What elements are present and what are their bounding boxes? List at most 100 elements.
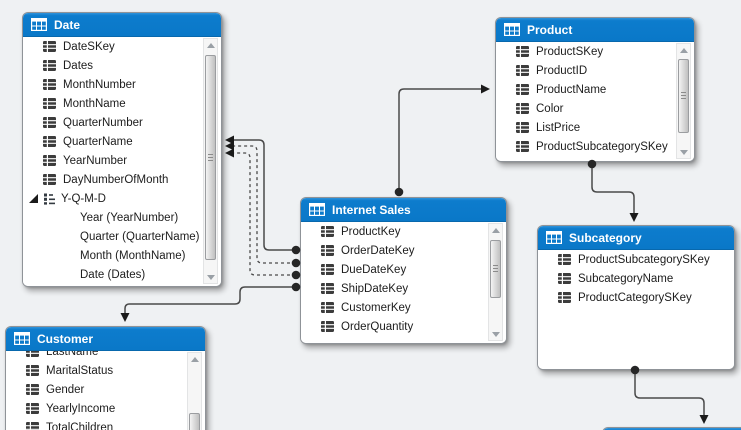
entity-table-date[interactable]: Date DateSKey Dates MonthNumber MonthName Qua… [22,12,222,287]
row-label: ProductSubcategorySKey [578,253,710,266]
column-row[interactable]: ProductID [496,61,694,80]
scroll-up-button[interactable] [677,44,690,56]
row-label: MonthName [63,97,126,110]
column-row[interactable]: ShipDateKey [301,279,506,298]
column-row[interactable]: MonthNumber [23,75,221,94]
relationship-line[interactable] [398,88,481,192]
column-icon [26,422,39,430]
column-row[interactable]: ListPrice [496,118,694,137]
column-icon [516,46,529,57]
relationship-endpoint-dot [291,270,301,280]
column-row[interactable]: DateSKey [23,37,221,56]
expander-expanded-icon[interactable] [29,194,38,203]
table-header[interactable]: Product [496,18,694,42]
column-row[interactable]: OrderQuantity [301,317,506,336]
scroll-up-button[interactable] [188,353,201,365]
row-label: Dates [63,59,94,72]
vertical-scrollbar[interactable] [187,352,202,430]
table-header[interactable]: Internet Sales [301,198,506,222]
column-row[interactable]: CustomerKey [301,298,506,317]
down-arrow-icon [491,331,500,337]
scrollbar-thumb[interactable] [490,240,501,298]
row-label: OrderDateKey [341,244,415,257]
vertical-scrollbar[interactable] [488,223,503,341]
table-title: Customer [37,331,94,346]
relationship-arrowhead [699,415,709,424]
table-body: DateSKey Dates MonthNumber MonthName Quarter… [23,37,221,286]
relationship-line[interactable] [234,152,296,276]
column-row[interactable]: QuarterNumber [23,113,221,132]
relationship-endpoint-dot [291,258,301,268]
scrollbar-thumb[interactable] [678,59,689,133]
row-label: ProductName [536,83,607,96]
scrollbar-thumb[interactable] [189,413,200,430]
column-row[interactable]: MonthName [23,94,221,113]
hierarchy-child-row[interactable]: Date (Dates) [23,265,221,284]
relationship-line[interactable] [234,139,296,251]
hierarchy-row[interactable]: Y-Q-M-D [23,189,221,208]
table-body: ProductSubcategorySKey SubcategoryName Pro… [538,250,734,369]
relationship-line[interactable] [124,286,296,313]
column-row[interactable]: Dates [23,56,221,75]
column-row[interactable]: ProductSubcategorySKey [538,250,734,269]
down-arrow-icon [206,274,215,280]
entity-table-customer[interactable]: Customer LastName MaritalStatus Gender Yearl… [5,326,206,430]
vertical-scrollbar[interactable] [676,43,691,159]
up-arrow-icon [190,356,199,362]
row-label: ProductCategorySKey [578,291,692,304]
column-row[interactable]: ProductSKey [496,42,694,61]
hierarchy-child-row[interactable]: Year (YearNumber) [23,208,221,227]
column-row[interactable]: DueDateKey [301,260,506,279]
column-row[interactable]: ProductSubcategorySKey [496,137,694,156]
table-title: Subcategory [569,230,642,245]
row-label: YearlyIncome [46,402,116,415]
row-label: MaritalStatus [46,364,114,377]
table-grid-icon [14,332,30,345]
up-arrow-icon [679,47,688,53]
row-label: Date (Dates) [80,268,146,281]
column-icon [321,245,334,256]
vertical-scrollbar[interactable] [203,38,218,284]
hierarchy-child-row[interactable]: Quarter (QuarterName) [23,227,221,246]
relationship-line[interactable] [634,370,705,415]
column-row[interactable]: YearlyIncome [6,399,205,418]
table-header[interactable]: Customer [6,327,205,351]
column-row[interactable]: ProductCategorySKey [538,288,734,307]
row-label: SubcategoryName [578,272,674,285]
column-row[interactable]: Color [496,99,694,118]
column-row[interactable]: MaritalStatus [6,361,205,380]
scroll-up-button[interactable] [204,39,217,51]
hierarchy-child-row[interactable]: Month (MonthName) [23,246,221,265]
scroll-down-button[interactable] [204,271,217,283]
scroll-up-button[interactable] [489,224,502,236]
scrollbar-thumb[interactable] [205,55,216,260]
row-label: DayNumberOfMonth [63,173,169,186]
entity-table-product[interactable]: Product ProductSKey ProductID ProductName Co… [495,17,695,162]
column-row[interactable]: DayNumberOfMonth [23,170,221,189]
relationship-endpoint-dot [291,282,301,292]
column-icon [558,254,571,265]
scroll-down-button[interactable] [489,328,502,340]
column-row[interactable]: ProductName [496,80,694,99]
table-header[interactable]: Date [23,13,221,37]
row-label: ProductKey [341,225,401,238]
hierarchy-icon [44,193,55,205]
row-label: ProductID [536,64,588,77]
column-row[interactable]: Gender [6,380,205,399]
column-row[interactable]: LastName [6,351,205,361]
relationship-line[interactable] [234,145,296,264]
column-row[interactable]: ProductKey [301,222,506,241]
column-icon [26,384,39,395]
table-header[interactable]: Subcategory [538,226,734,250]
column-row[interactable]: TotalChildren [6,418,205,430]
column-row[interactable]: YearNumber [23,151,221,170]
entity-table-subcategory[interactable]: Subcategory ProductSubcategorySKey Subcate… [537,225,735,370]
column-row[interactable]: OrderDateKey [301,241,506,260]
relationship-line[interactable] [591,164,635,213]
column-row[interactable]: SubcategoryName [538,269,734,288]
column-row[interactable]: QuarterName [23,132,221,151]
row-label: YearNumber [63,154,128,167]
scroll-down-button[interactable] [677,146,690,158]
column-icon [321,302,334,313]
entity-table-internet-sales[interactable]: Internet Sales ProductKey OrderDateKey DueD… [300,197,507,344]
